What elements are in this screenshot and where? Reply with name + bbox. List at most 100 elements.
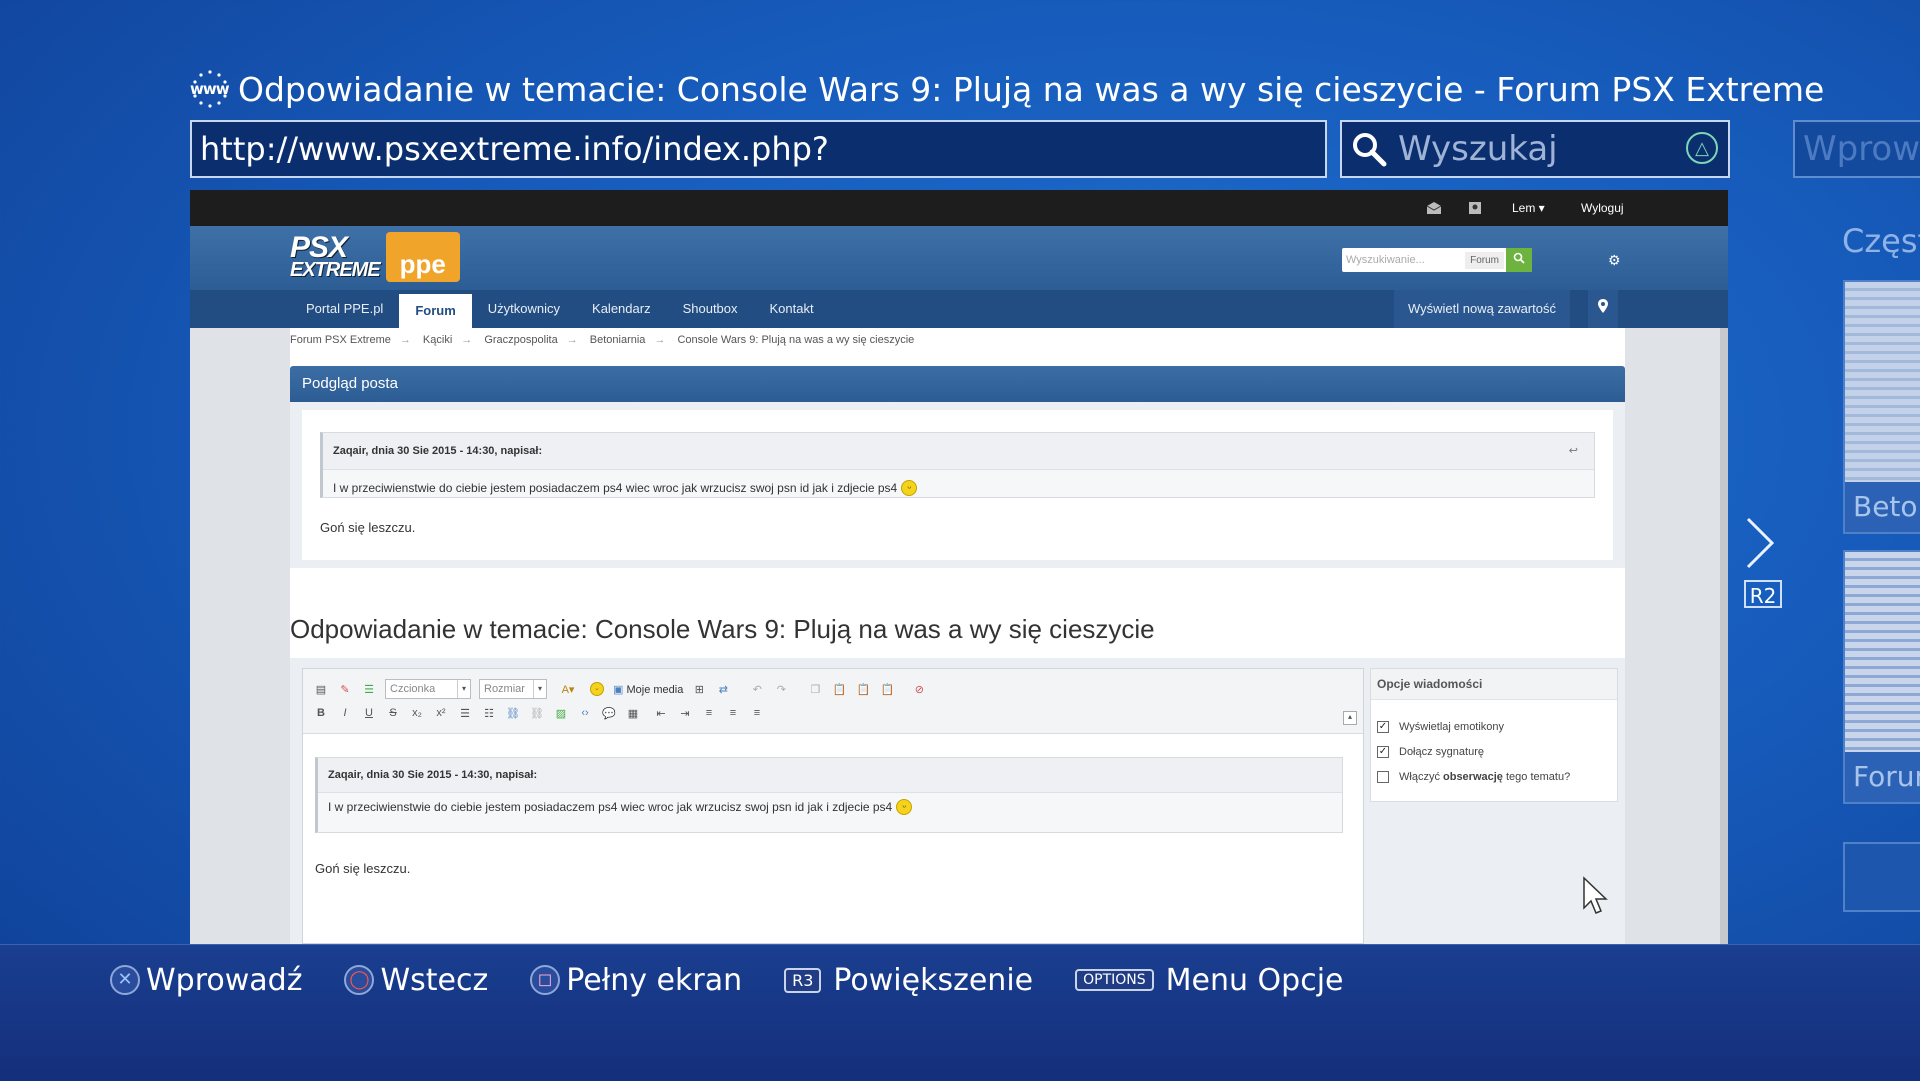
url-text: http://www.psxextreme.info/index.php? bbox=[200, 130, 829, 168]
quote-header: Zaqair, dnia 30 Sie 2015 - 14:30, napisa… bbox=[318, 758, 1342, 793]
collapse-toolbar-icon[interactable]: ▴ bbox=[1343, 711, 1357, 725]
nav-tab-forum[interactable]: Forum bbox=[399, 294, 472, 328]
indent-icon[interactable]: ⇥ bbox=[677, 705, 693, 721]
option-signature[interactable]: ✓ Dołącz sygnaturę bbox=[1371, 739, 1617, 764]
option-follow-topic[interactable]: Włączyć obserwację tego tematu? bbox=[1371, 764, 1617, 789]
url-bar[interactable]: http://www.psxextreme.info/index.php? bbox=[190, 120, 1327, 178]
breadcrumb: Forum PSX Extreme → Kąciki → Graczpospolit… bbox=[290, 334, 915, 346]
web-viewport[interactable]: Lem ▾ Wyloguj PSX EXTREME ppe Wyszukiwani… bbox=[190, 190, 1728, 944]
breadcrumb-item[interactable]: Console Wars 9: Plują na was a wy się ci… bbox=[677, 334, 914, 346]
main-nav: Portal PPE.pl Forum Użytkownicy Kalendar… bbox=[190, 290, 1728, 328]
frequent-site-thumbnail[interactable]: Forum bbox=[1843, 550, 1920, 804]
user-menu[interactable]: Lem ▾ bbox=[1512, 201, 1545, 215]
subscript-icon[interactable]: x₂ bbox=[409, 705, 425, 721]
align-right-icon[interactable]: ≡ bbox=[749, 705, 765, 721]
browser-search-placeholder: Wyszukaj bbox=[1398, 129, 1558, 169]
align-center-icon[interactable]: ≡ bbox=[725, 705, 741, 721]
remove-format-icon[interactable]: ⊘ bbox=[911, 681, 927, 697]
paste-text-icon[interactable]: 📋 bbox=[855, 681, 871, 697]
nav-tab-contact[interactable]: Kontakt bbox=[754, 290, 830, 328]
browser-search-bar[interactable]: Wyszukaj △ bbox=[1340, 120, 1730, 178]
gear-icon[interactable]: ⚙ bbox=[1608, 252, 1621, 269]
r3-button-icon: R3 bbox=[784, 967, 822, 993]
code-icon[interactable]: ‹› bbox=[577, 705, 593, 721]
psx-logo-text: PSX EXTREME bbox=[290, 230, 381, 281]
undo-icon[interactable]: ↶ bbox=[749, 681, 765, 697]
site-search-button[interactable] bbox=[1506, 248, 1532, 272]
size-select[interactable]: Rozmiar ▾ bbox=[479, 679, 547, 699]
breadcrumb-item[interactable]: Kąciki bbox=[423, 334, 452, 346]
rich-text-editor[interactable]: ▤ ✎ ☰ Czcionka ▾ Rozmiar ▾ A▾ ᵕ ▣ Moje med… bbox=[302, 668, 1364, 944]
checkbox-checked[interactable]: ✓ bbox=[1377, 745, 1389, 758]
frequent-site-thumbnail-empty[interactable] bbox=[1843, 842, 1920, 912]
reply-title: Odpowiadanie w temacie: Console Wars 9: … bbox=[290, 614, 1155, 644]
spellcheck-icon[interactable]: ☰ bbox=[361, 681, 377, 697]
nav-tab-shoutbox[interactable]: Shoutbox bbox=[667, 290, 754, 328]
smiley-icon: ᵕ bbox=[901, 480, 918, 496]
breadcrumb-item[interactable]: Graczpospolita bbox=[484, 334, 557, 346]
emoticon-icon[interactable]: ᵕ bbox=[589, 681, 605, 697]
hint-zoom: R3 Powiększenie bbox=[784, 963, 1033, 998]
options-button-icon: OPTIONS bbox=[1075, 969, 1154, 991]
checkbox-unchecked[interactable] bbox=[1377, 770, 1389, 783]
map-pin-icon[interactable] bbox=[1588, 290, 1618, 328]
spoiler-icon[interactable]: ▦ bbox=[625, 705, 641, 721]
quote-body: I w przeciwienstwie do ciebie jestem pos… bbox=[323, 470, 1594, 506]
option-emoticons[interactable]: ✓ Wyświetlaj emotikony bbox=[1371, 714, 1617, 739]
bold-icon[interactable]: B bbox=[313, 705, 329, 721]
copy-icon[interactable]: ❐ bbox=[807, 681, 823, 697]
thumbnail-image bbox=[1845, 282, 1920, 482]
preview-reply-text: Goń się leszczu. bbox=[320, 520, 416, 535]
editor-content[interactable]: Zaqair, dnia 30 Sie 2015 - 14:30, napisa… bbox=[307, 735, 1359, 943]
hint-fullscreen: ◻ Pełny ekran bbox=[530, 963, 742, 998]
hint-enter: ✕ Wprowadź bbox=[110, 963, 302, 998]
bullet-list-icon[interactable]: ☰ bbox=[457, 705, 473, 721]
search-icon bbox=[1353, 133, 1387, 167]
text-color-icon[interactable]: A▾ bbox=[555, 681, 581, 697]
quote-link-icon[interactable]: ↩ bbox=[1569, 433, 1578, 469]
redo-icon[interactable]: ↷ bbox=[773, 681, 789, 697]
chevron-right-icon[interactable] bbox=[1745, 512, 1775, 586]
numbered-list-icon[interactable]: ☷ bbox=[481, 705, 497, 721]
italic-icon[interactable]: I bbox=[337, 705, 353, 721]
message-options: Opcje wiadomości ✓ Wyświetlaj emotikony … bbox=[1370, 668, 1618, 802]
link-icon[interactable]: ⛓ bbox=[505, 705, 521, 721]
search-scope-select[interactable]: Forum bbox=[1465, 251, 1504, 269]
breadcrumb-item[interactable]: Forum PSX Extreme bbox=[290, 334, 391, 346]
outdent-icon[interactable]: ⇤ bbox=[653, 705, 669, 721]
notifications-icon[interactable] bbox=[1468, 201, 1482, 218]
next-tab-placeholder: Wprowa bbox=[1803, 129, 1920, 169]
thumbnail-caption: Forum bbox=[1853, 760, 1920, 793]
my-media-button[interactable]: ▣ Moje media bbox=[613, 683, 683, 696]
site-logo[interactable]: PSX EXTREME ppe bbox=[290, 232, 460, 282]
binoculars-icon[interactable]: ⊞ bbox=[691, 681, 707, 697]
side-panel-heading: Częst bbox=[1842, 222, 1920, 260]
underline-icon[interactable]: U bbox=[361, 705, 377, 721]
align-left-icon[interactable]: ≡ bbox=[701, 705, 717, 721]
image-icon[interactable]: ▨ bbox=[553, 705, 569, 721]
source-icon[interactable]: ▤ bbox=[313, 681, 329, 697]
new-content-link[interactable]: Wyświetl nową zawartość bbox=[1394, 290, 1570, 328]
nav-tab-calendar[interactable]: Kalendarz bbox=[576, 290, 667, 328]
strikethrough-icon[interactable]: S bbox=[385, 705, 401, 721]
logout-link[interactable]: Wyloguj bbox=[1581, 201, 1624, 215]
font-select[interactable]: Czcionka ▾ bbox=[385, 679, 471, 699]
quote-icon[interactable]: 💬 bbox=[601, 705, 617, 721]
unlink-icon[interactable]: ⛓ bbox=[529, 705, 545, 721]
superscript-icon[interactable]: x² bbox=[433, 705, 449, 721]
replace-icon[interactable]: ⇄ bbox=[715, 681, 731, 697]
checkbox-checked[interactable]: ✓ bbox=[1377, 720, 1389, 733]
eraser-icon[interactable]: ✎ bbox=[337, 681, 353, 697]
next-tab-input[interactable]: Wprowa bbox=[1793, 120, 1920, 178]
user-bar: Lem ▾ Wyloguj bbox=[190, 190, 1728, 226]
frequent-site-thumbnail[interactable]: Beton bbox=[1843, 280, 1920, 534]
nav-tab-users[interactable]: Użytkownicy bbox=[472, 290, 576, 328]
smiley-icon: ᵕ bbox=[896, 799, 913, 815]
thumbnail-image bbox=[1845, 552, 1920, 752]
site-search-input[interactable]: Wyszukiwanie... bbox=[1342, 254, 1465, 266]
nav-tab-portal[interactable]: Portal PPE.pl bbox=[290, 290, 399, 328]
breadcrumb-item[interactable]: Betoniarnia bbox=[590, 334, 646, 346]
paste-word-icon[interactable]: 📋 bbox=[879, 681, 895, 697]
paste-icon[interactable]: 📋 bbox=[831, 681, 847, 697]
messages-icon[interactable] bbox=[1426, 201, 1442, 218]
